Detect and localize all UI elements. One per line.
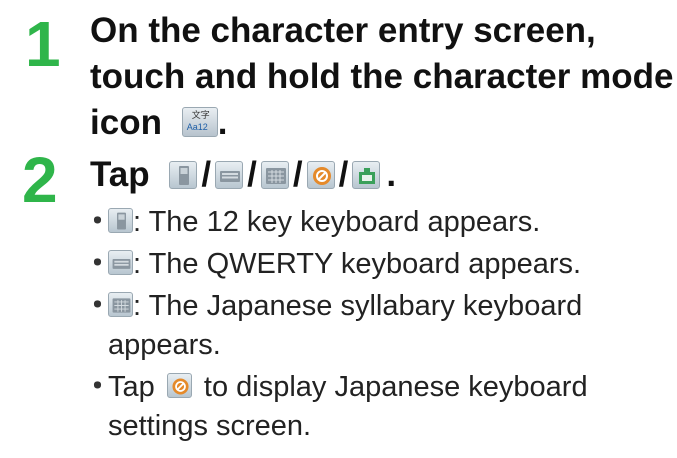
plugin-icon[interactable] xyxy=(352,161,381,189)
bullet-text-line-2: appears. xyxy=(108,329,221,361)
qwerty-keyboard-icon[interactable] xyxy=(215,161,244,189)
bullet-item-settings: ・ Tap to display Japanese keyboard setti… xyxy=(80,368,670,446)
bullet-text: : The QWERTY keyboard appears. xyxy=(133,248,582,280)
separator: / xyxy=(201,155,212,194)
character-mode-icon-text-bottom: Aa12 xyxy=(186,122,208,132)
bullet-text-line-1: to display Japanese keyboard xyxy=(203,371,588,403)
bullet-item-12-key: ・ : The 12 key keyboard appears. xyxy=(80,203,670,242)
character-mode-icon[interactable]: 文字 Aa12 xyxy=(181,107,218,137)
step-2-tap-label: Tap xyxy=(90,155,150,194)
bullet-tap-label: Tap xyxy=(108,371,155,403)
step-1-line-1: On the character entry screen, xyxy=(90,11,596,50)
step-2-period: . xyxy=(386,155,397,194)
bullet-item-syllabary: ・ : The Japanese syllabary keyboard appe… xyxy=(80,287,670,365)
step-number-2: 2 xyxy=(22,144,58,216)
qwerty-keyboard-icon[interactable] xyxy=(108,250,133,275)
step-1-icon-label: icon xyxy=(90,103,162,142)
step-1-line-3: icon 文字 Aa12 . xyxy=(90,100,673,146)
bullet-dot: ・ xyxy=(83,371,113,403)
step-1-period: . xyxy=(217,103,228,142)
character-mode-icon-text-top: 文字 xyxy=(191,110,210,120)
separator: / xyxy=(338,155,349,194)
12-key-keyboard-icon[interactable] xyxy=(108,208,133,233)
step-number-1: 1 xyxy=(25,8,61,80)
settings-icon[interactable] xyxy=(306,161,335,189)
syllabary-keyboard-icon[interactable] xyxy=(260,161,289,189)
syllabary-keyboard-icon[interactable] xyxy=(108,292,133,317)
12-key-keyboard-icon[interactable] xyxy=(169,161,198,189)
settings-icon[interactable] xyxy=(166,373,192,398)
step-1-title: On the character entry screen, touch and… xyxy=(90,8,673,146)
bullet-item-qwerty: ・ : The QWERTY keyboard appears. xyxy=(80,245,670,284)
separator: / xyxy=(292,155,303,194)
bullet-text-line-1: : The Japanese syllabary keyboard xyxy=(133,290,583,322)
step-1-line-2: touch and hold the character mode xyxy=(90,57,674,96)
step-2-title: Tap / / / / . xyxy=(90,152,396,198)
separator: / xyxy=(247,155,257,194)
bullet-list: ・ : The 12 key keyboard appears. ・ : The… xyxy=(80,203,670,449)
bullet-text: : The 12 key keyboard appears. xyxy=(133,206,541,238)
bullet-text-line-2: settings screen. xyxy=(108,410,312,442)
